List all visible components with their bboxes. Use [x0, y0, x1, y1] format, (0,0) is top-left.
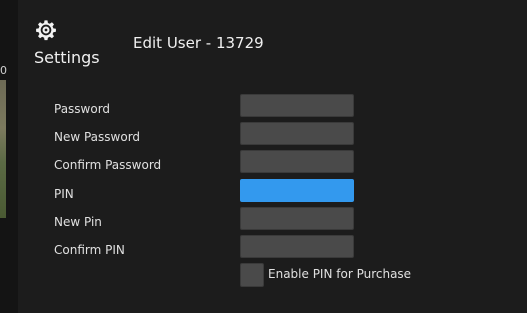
- pin-field[interactable]: [240, 179, 354, 202]
- new-password-label: New Password: [54, 130, 141, 144]
- new-pin-label: New Pin: [54, 215, 102, 229]
- page-title: Edit User - 13729: [133, 34, 264, 52]
- gear-icon[interactable]: [35, 19, 57, 41]
- enable-pin-purchase-label[interactable]: Enable PIN for Purchase: [268, 267, 411, 281]
- left-sidebar-strip: 0: [0, 0, 18, 313]
- app-root: 0 Settings Edit User - 13729 Password Ne…: [0, 0, 527, 313]
- confirm-pin-label: Confirm PIN: [54, 243, 125, 257]
- pin-label: PIN: [54, 187, 74, 201]
- password-field[interactable]: [240, 94, 354, 117]
- settings-label[interactable]: Settings: [34, 48, 100, 67]
- new-password-field[interactable]: [240, 122, 354, 145]
- password-label: Password: [54, 102, 111, 116]
- left-thumbnail[interactable]: [0, 80, 6, 218]
- confirm-password-field[interactable]: [240, 150, 354, 173]
- confirm-password-label: Confirm Password: [54, 158, 162, 172]
- confirm-pin-field[interactable]: [240, 235, 354, 258]
- left-thumb-label: 0: [0, 64, 7, 77]
- new-pin-field[interactable]: [240, 207, 354, 230]
- enable-pin-purchase-checkbox[interactable]: [240, 263, 264, 287]
